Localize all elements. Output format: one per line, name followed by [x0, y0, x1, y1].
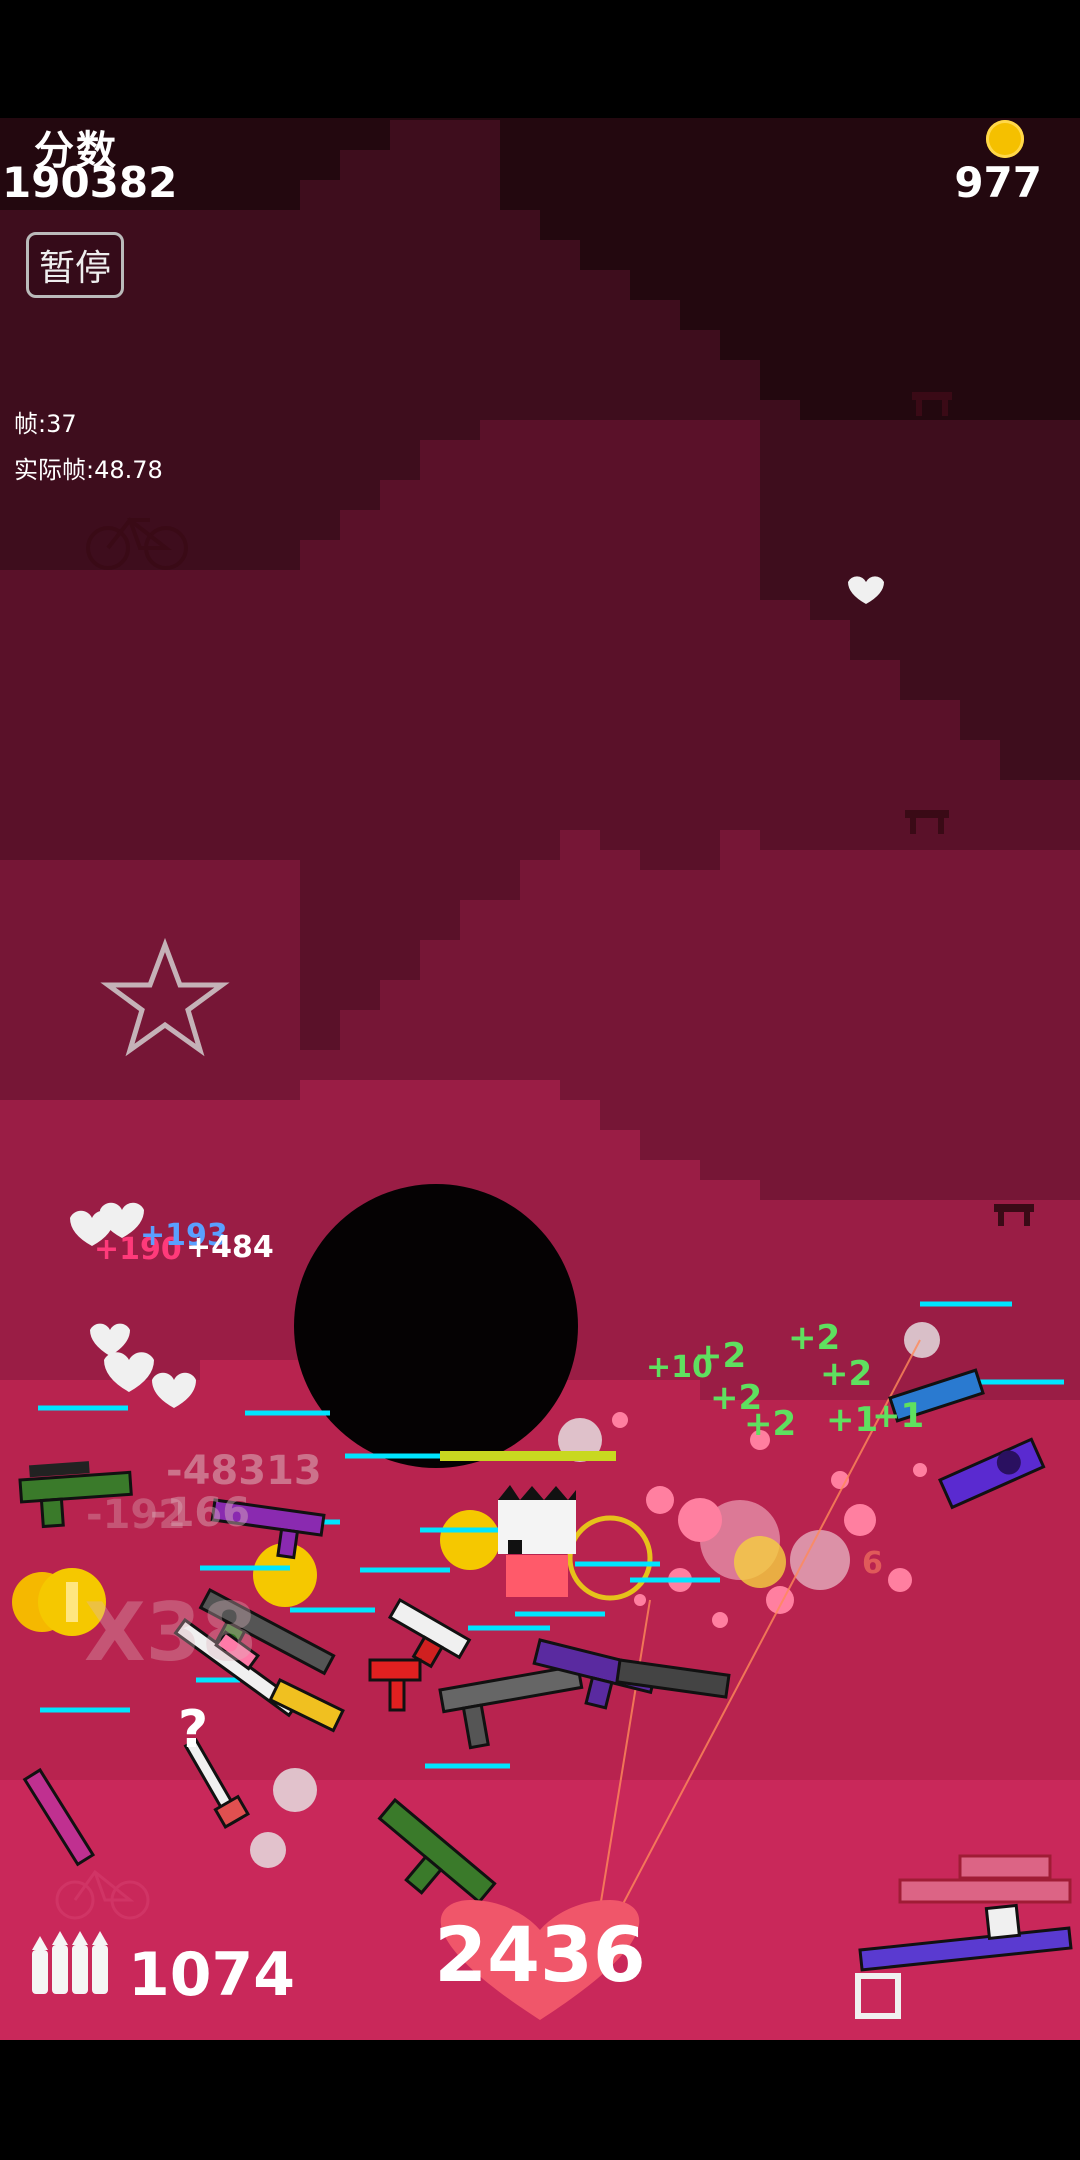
damage-number: -48313 [166, 1448, 322, 1494]
float-number: +1 [872, 1396, 925, 1436]
float-number: 6 [862, 1546, 883, 1581]
player-character [498, 1485, 576, 1597]
coin-count: 977 [954, 158, 1042, 207]
coin-icon [986, 120, 1024, 158]
float-number: +2 [744, 1404, 797, 1444]
float-number: +1 [826, 1400, 879, 1440]
black-hole [294, 1184, 578, 1468]
float-number: +2 [820, 1354, 873, 1394]
pause-button[interactable]: 暂停 [26, 232, 124, 298]
fps-label: 帧:37 [14, 410, 77, 438]
health-value: 2436 [434, 1910, 646, 1999]
real-fps-label: 实际帧:48.78 [14, 456, 163, 484]
damage-number: -192 [86, 1492, 187, 1538]
float-number: +2 [788, 1318, 841, 1358]
mystery-mark: ? [178, 1700, 209, 1760]
float-number: +484 [186, 1230, 274, 1265]
game-scene[interactable] [0, 0, 1080, 2160]
score-value: 190382 [2, 158, 178, 207]
combo-multiplier: X38 [84, 1586, 258, 1679]
bottom-bar [0, 2040, 1080, 2160]
top-bar [0, 0, 1080, 118]
float-number: +2 [694, 1336, 747, 1376]
